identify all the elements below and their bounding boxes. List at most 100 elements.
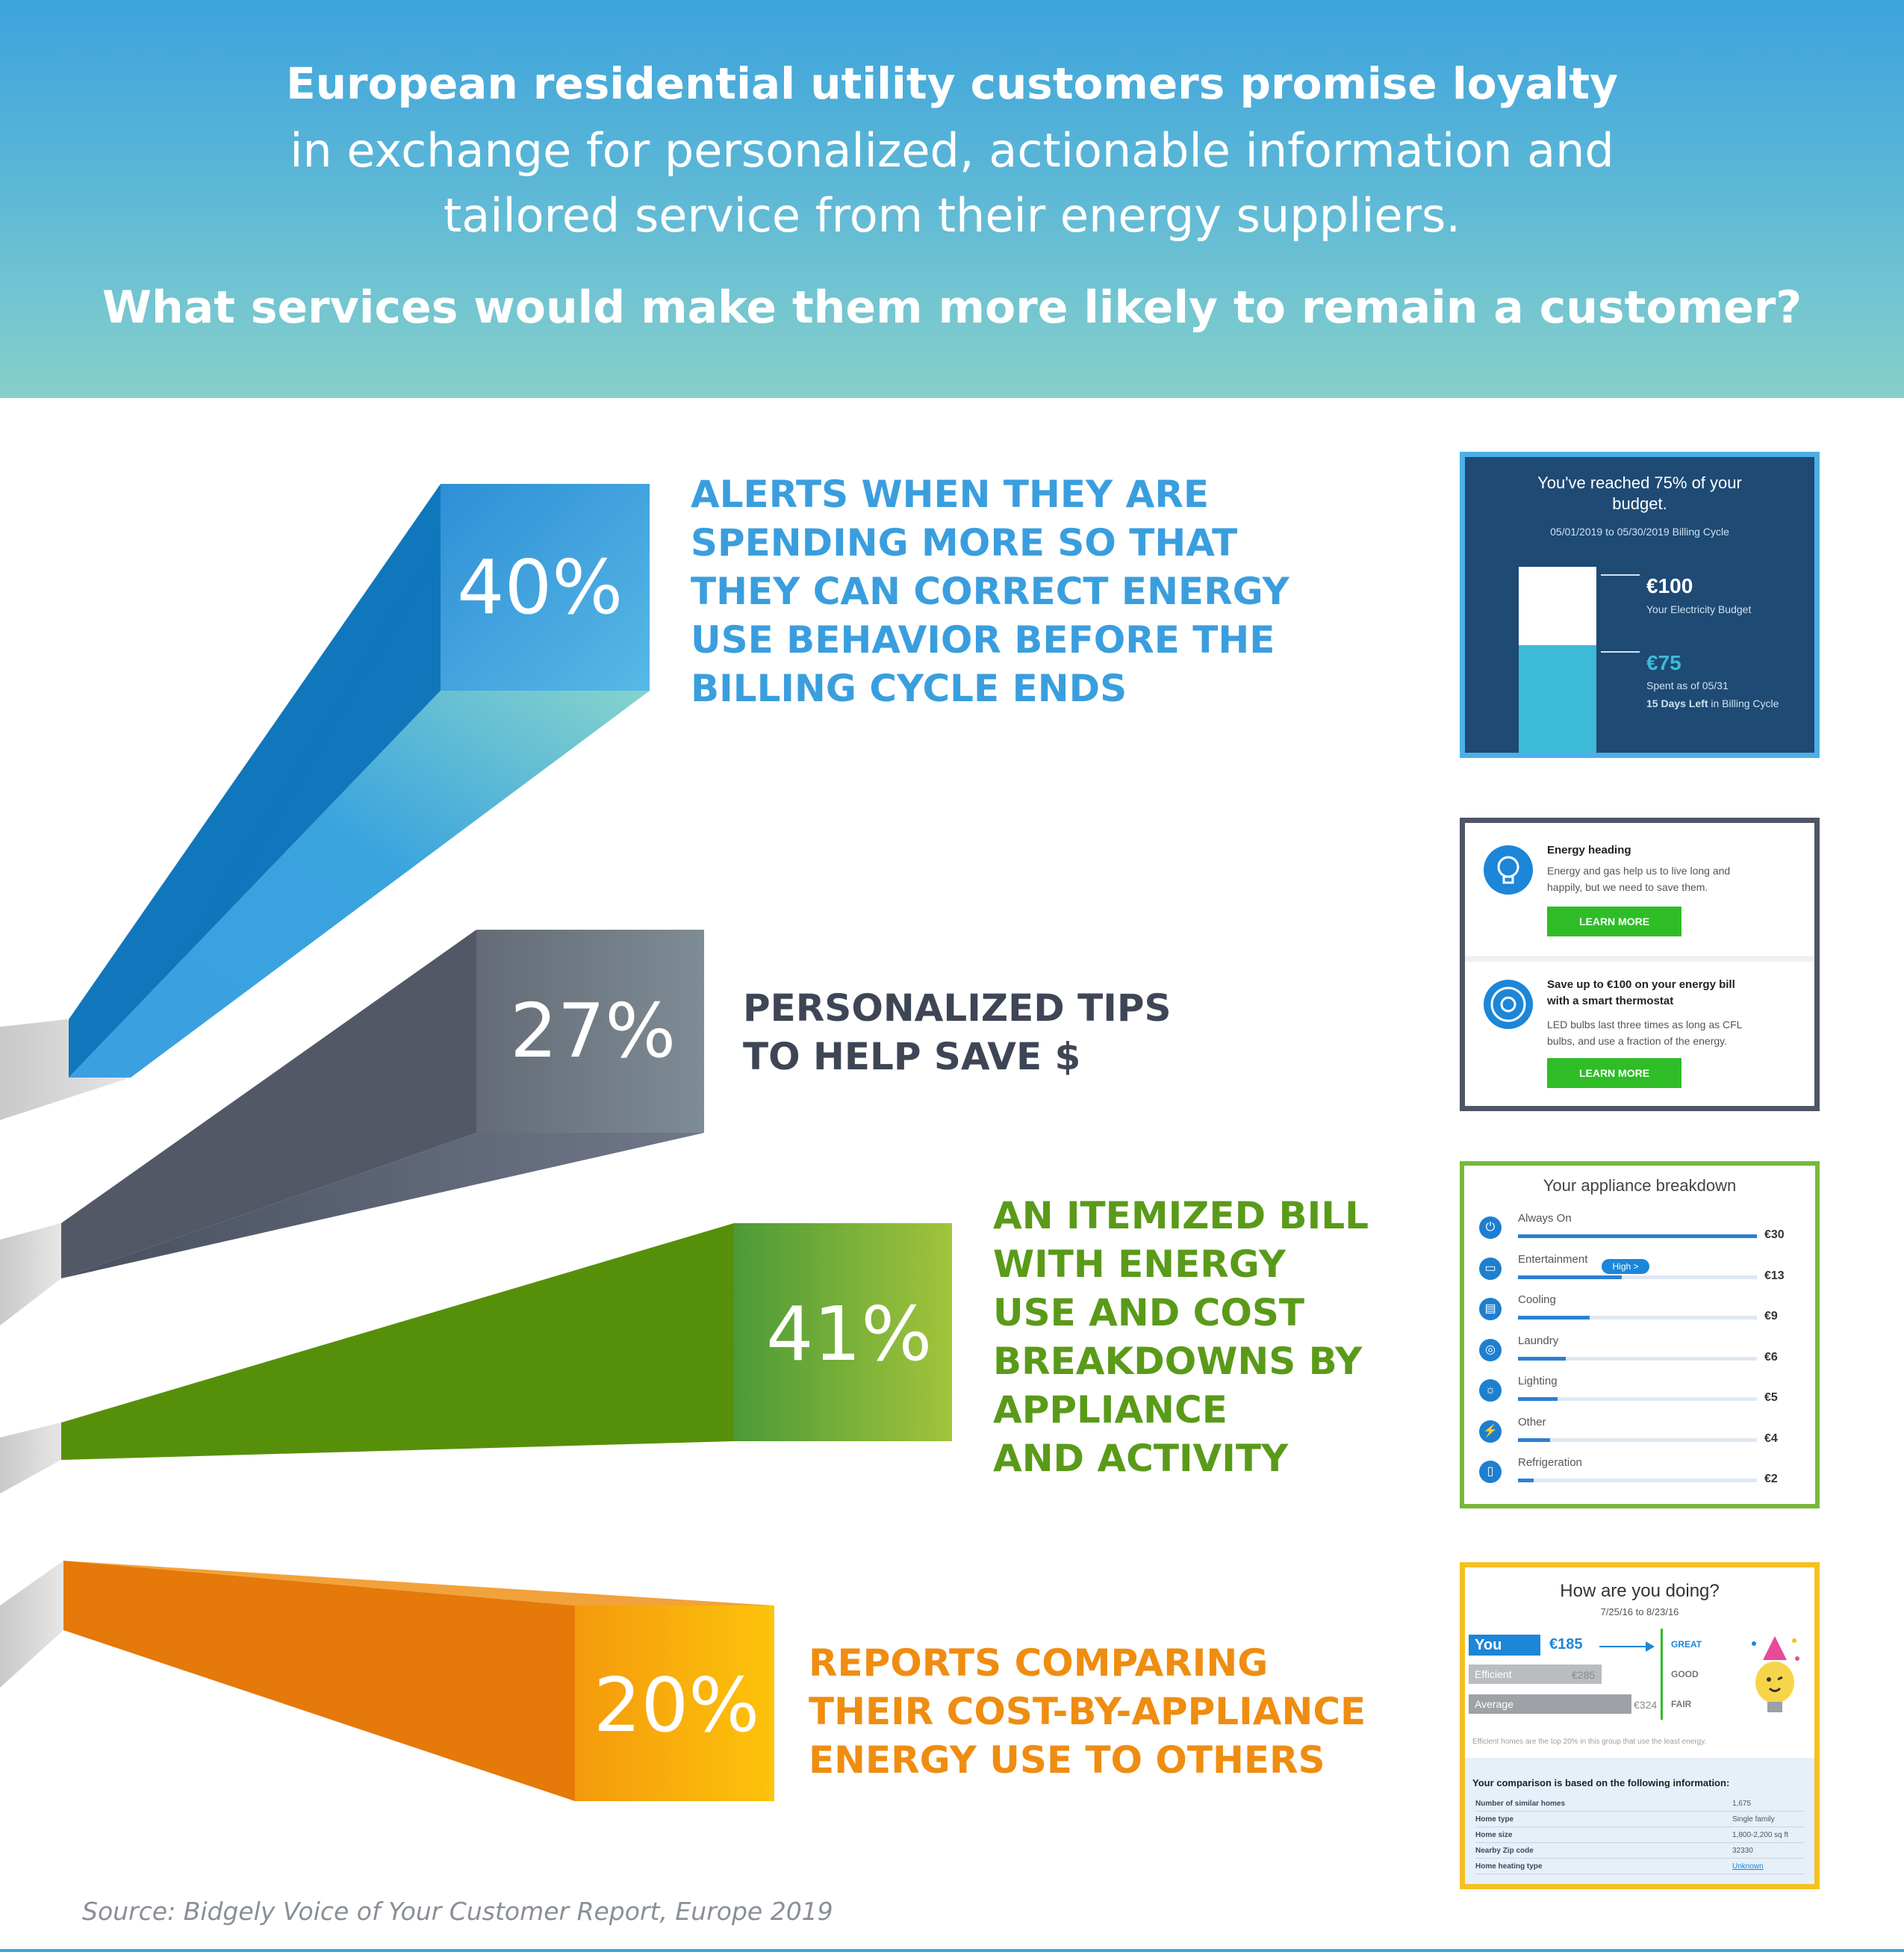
tips-card: Energy heading Energy and gas help us to… [1460, 818, 1820, 1111]
bar-shadow [0, 1423, 61, 1493]
label-itemized-bill: AN ITEMIZED BILL WITH ENERGY USE AND COS… [993, 1192, 1369, 1483]
budget-alert-card: You've reached 75% of your budget. 05/01… [1460, 452, 1820, 758]
appliance-name: Lighting [1518, 1375, 1558, 1387]
bar-shadow [0, 1561, 63, 1688]
appliance-icon: ⏻ [1479, 1216, 1502, 1239]
appliance-icon: ☼ [1479, 1379, 1502, 1402]
lightbulb-icon [1484, 845, 1533, 895]
appliance-usage-bar [1518, 1316, 1590, 1320]
appliance-name: Entertainment [1518, 1252, 1588, 1266]
learn-more-button[interactable]: LEARN MORE [1547, 907, 1681, 936]
info-label: Number of similar homes [1475, 1800, 1566, 1808]
appliance-usage-bar [1518, 1397, 1558, 1401]
info-label: Home size [1475, 1831, 1513, 1839]
label-line: ENERGY USE TO OTHERS [809, 1738, 1325, 1782]
appliance-name: Refrigeration [1518, 1456, 1582, 1469]
info-label: Home heating type [1475, 1862, 1543, 1871]
appliance-usage-bar [1518, 1356, 1566, 1361]
budget-title: You've reached 75% of your [1537, 473, 1742, 492]
info-divider [1475, 1858, 1804, 1859]
info-value[interactable]: Unknown [1732, 1862, 1764, 1871]
label-line: USE AND COST [993, 1291, 1304, 1334]
budget-title-2: budget. [1612, 494, 1667, 513]
budget-amount: €100 [1646, 574, 1693, 597]
tip2-title-2: with a smart thermostat [1547, 995, 1674, 1007]
party-bulb-icon [1745, 1629, 1805, 1726]
compare-title: How are you doing? [1560, 1581, 1720, 1601]
tip1-body: Energy and gas help us to live long and [1547, 865, 1731, 877]
percent-20: 20% [594, 1662, 760, 1749]
appliance-cost: €13 [1764, 1269, 1785, 1282]
you-bar: You [1469, 1635, 1540, 1656]
appliance-row: ⚡ Other €4 [1464, 1416, 1815, 1453]
label-line: ALERTS WHEN THEY ARE [691, 473, 1209, 516]
info-divider [1475, 1842, 1804, 1843]
high-badge[interactable]: High > [1602, 1259, 1649, 1274]
info-label: Home type [1475, 1815, 1514, 1824]
info-divider [1475, 1811, 1804, 1812]
appliance-breakdown-card: Your appliance breakdown ⏻ Always On €30 ▭ E… [1460, 1161, 1820, 1508]
info-value: 1,800-2,200 sq ft [1732, 1831, 1789, 1839]
tip2-body-2: bulbs, and use a fraction of the energy. [1547, 1035, 1728, 1047]
appliance-name: Always On [1518, 1212, 1572, 1225]
divider [1465, 956, 1814, 962]
compare-dates: 7/25/16 to 8/23/16 [1600, 1606, 1679, 1617]
appliance-track [1518, 1437, 1757, 1442]
days-left-rest: in Billing Cycle [1711, 697, 1779, 709]
question-heading: What services would make them more likel… [102, 282, 1802, 334]
scale-great: GREAT [1671, 1639, 1702, 1650]
percent-27: 27% [510, 987, 676, 1075]
breakdown-title: Your appliance breakdown [1543, 1176, 1737, 1195]
info-value: 32330 [1732, 1847, 1753, 1855]
label-line: APPLIANCE [993, 1388, 1228, 1432]
appliance-row: ⏻ Always On €30 [1464, 1212, 1815, 1249]
appliance-usage-bar [1518, 1437, 1550, 1442]
learn-more-button[interactable]: LEARN MORE [1547, 1058, 1681, 1088]
bar-shadow [0, 1223, 61, 1325]
thermostat-icon [1484, 980, 1533, 1029]
appliance-usage-bar [1518, 1234, 1757, 1238]
appliance-row: ☼ Lighting €5 [1464, 1375, 1815, 1412]
footnote: Efficient homes are the top 20% in this … [1472, 1738, 1707, 1746]
arrow-head-icon [1646, 1641, 1655, 1652]
tip2-body: LED bulbs last three times as long as CF… [1547, 1019, 1743, 1031]
days-left-bold: 15 Days Left [1646, 697, 1708, 709]
label-line: BREAKDOWNS BY [993, 1340, 1363, 1383]
appliance-icon: ◎ [1479, 1338, 1502, 1361]
appliance-cost: €6 [1764, 1350, 1778, 1364]
appliance-cost: €5 [1764, 1391, 1778, 1404]
label-line: USE BEHAVIOR BEFORE THE [691, 618, 1275, 662]
spent-amount: €75 [1646, 651, 1681, 674]
label-tips: PERSONALIZED TIPS TO HELP SAVE $ [743, 984, 1172, 1081]
budget-label: Your Electricity Budget [1646, 603, 1752, 615]
info-label: Nearby Zip code [1475, 1847, 1534, 1855]
appliance-cost: €2 [1764, 1473, 1778, 1485]
tip2-title: Save up to €100 on your energy bill [1547, 978, 1735, 991]
percent-41: 41% [766, 1290, 933, 1378]
spent-label: Spent as of 05/31 [1646, 680, 1729, 691]
header-banner: European residential utility customers p… [0, 0, 1904, 398]
label-line: PERSONALIZED TIPS [743, 986, 1172, 1030]
info-value: Single family [1732, 1815, 1775, 1824]
days-left: 15 Days Left in Billing Cycle [1646, 697, 1779, 709]
comparison-card: How are you doing? 7/25/16 to 8/23/16 Yo… [1460, 1562, 1820, 1889]
label-line: THEY CAN CORRECT ENERGY [691, 570, 1289, 613]
appliance-row: ▤ Cooling €9 [1464, 1293, 1815, 1331]
info-value: 1,675 [1732, 1800, 1752, 1808]
info-title: Your comparison is based on the followin… [1472, 1777, 1730, 1788]
scale-good: GOOD [1671, 1669, 1699, 1679]
source-note: Source: Bidgely Voice of Your Customer R… [82, 1897, 833, 1926]
appliance-row: ◎ Laundry €6 [1464, 1334, 1815, 1372]
appliance-icon: ▭ [1479, 1257, 1502, 1280]
subheadline-line-1: in exchange for personalized, actionable… [290, 123, 1614, 178]
arrow-icon [1599, 1646, 1648, 1647]
appliance-track [1518, 1479, 1757, 1482]
you-cost: €185 [1549, 1636, 1583, 1653]
appliance-usage-bar [1518, 1275, 1622, 1279]
efficient-cost: €285 [1572, 1669, 1596, 1681]
label-alerts: ALERTS WHEN THEY ARE SPENDING MORE SO TH… [691, 470, 1289, 713]
appliance-icon: ▯ [1479, 1461, 1502, 1483]
bottom-rule [0, 1949, 1904, 1952]
label-line: THEIR COST-BY-APPLIANCE [809, 1690, 1366, 1733]
appliance-row: ▯ Refrigeration €2 [1464, 1456, 1815, 1493]
